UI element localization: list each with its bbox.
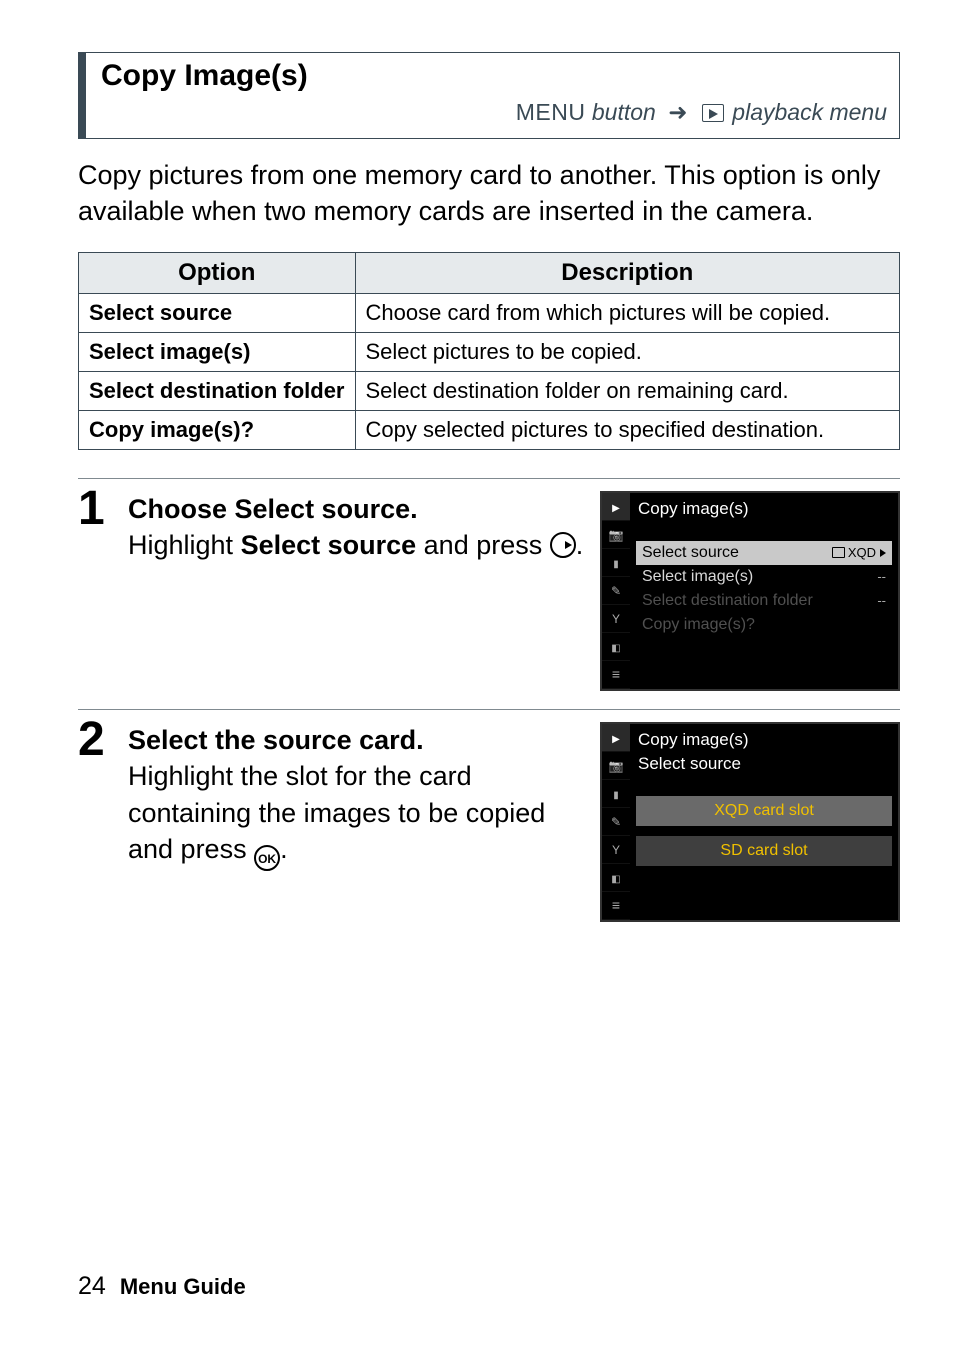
table-row: Copy image(s)? Copy selected pictures to…: [79, 410, 900, 449]
tab-playback-icon: [602, 724, 630, 752]
playback-icon: [702, 104, 724, 122]
menu-item-dest-folder: Select destination folder --: [636, 589, 892, 613]
tab-pencil-icon: [602, 577, 630, 605]
section-heading: Copy Image(s) MENU button ➜ playback men…: [78, 52, 900, 139]
slot-sd: SD card slot: [636, 836, 892, 866]
tab-retouch-icon: [602, 633, 630, 661]
multi-selector-right-icon: [550, 532, 576, 558]
col-option: Option: [79, 252, 356, 293]
step-number: 1: [78, 485, 112, 533]
screenshot-step1: Copy image(s) Select source XQD Select i…: [600, 491, 900, 691]
page-footer: 24 Menu Guide: [78, 1272, 900, 1345]
step-body-bold: Select source: [241, 530, 417, 560]
period: .: [280, 834, 288, 864]
intro-paragraph: Copy pictures from one memory card to an…: [78, 157, 900, 230]
step-body: Highlight Select source and press .: [128, 530, 583, 560]
heading-title: Copy Image(s): [101, 59, 899, 93]
opt-cell: Select image(s): [79, 332, 356, 371]
tab-setup-icon: [602, 836, 630, 864]
step-body-pre: Highlight: [128, 530, 241, 560]
tab-movie-icon: [602, 780, 630, 808]
menu-item-value: --: [877, 593, 886, 608]
table-row: Select source Choose card from which pic…: [79, 293, 900, 332]
screenshot-step2: Copy image(s) Select source XQD card slo…: [600, 722, 900, 922]
page-number: 24: [78, 1272, 106, 1301]
menu-item-select-source: Select source XQD: [636, 541, 892, 565]
ok-button-icon: OK: [254, 845, 280, 871]
step-text: Choose Select source. Highlight Select s…: [128, 491, 584, 564]
button-word: button: [592, 99, 656, 125]
footer-label: Menu Guide: [120, 1274, 246, 1300]
step-2: 2 Select the source card. Highlight the …: [78, 709, 900, 922]
tab-camera-icon: [602, 521, 630, 549]
tab-mymenu-icon: [602, 661, 630, 689]
step-body-post: and press: [416, 530, 550, 560]
tab-retouch-icon: [602, 864, 630, 892]
menu-item-label: Select image(s): [642, 568, 753, 586]
step-title: Select the source card.: [128, 725, 424, 755]
tab-movie-icon: [602, 549, 630, 577]
table-row: Select destination folder Select destina…: [79, 371, 900, 410]
opt-cell: Select destination folder: [79, 371, 356, 410]
menu-item-value: --: [877, 569, 886, 584]
card-icon: [832, 547, 845, 558]
desc-cell: Select destination folder on remaining c…: [355, 371, 900, 410]
tab-playback-icon: [602, 493, 630, 521]
chevron-right-icon: [880, 549, 886, 557]
tab-camera-icon: [602, 752, 630, 780]
menu-item-label: Select destination folder: [642, 592, 813, 610]
menu-item-copy-q: Copy image(s)?: [636, 613, 892, 637]
desc-cell: Copy selected pictures to specified dest…: [355, 410, 900, 449]
tab-mymenu-icon: [602, 892, 630, 920]
slot-xqd: XQD card slot: [636, 796, 892, 826]
camshot-title: Copy image(s): [638, 499, 892, 519]
step-text: Select the source card. Highlight the sl…: [128, 722, 584, 871]
period: .: [576, 530, 584, 560]
step-number: 2: [78, 716, 112, 764]
opt-cell: Select source: [79, 293, 356, 332]
menu-item-label: Select source: [642, 544, 739, 562]
desc-cell: Choose card from which pictures will be …: [355, 293, 900, 332]
col-description: Description: [355, 252, 900, 293]
camshot-title: Copy image(s): [638, 730, 892, 750]
step-body: Highlight the slot for the card containi…: [128, 761, 545, 864]
step-1: 1 Choose Select source. Highlight Select…: [78, 478, 900, 691]
opt-cell: Copy image(s)?: [79, 410, 356, 449]
step-title: Choose Select source.: [128, 494, 418, 524]
options-table: Option Description Select source Choose …: [78, 252, 900, 450]
menu-item-select-images: Select image(s) --: [636, 565, 892, 589]
camshot-subtitle: Select source: [638, 754, 892, 774]
tab-setup-icon: [602, 605, 630, 633]
menu-item-label: Copy image(s)?: [642, 616, 755, 634]
menu-word: MENU: [516, 99, 586, 125]
menu-item-value: XQD: [832, 545, 886, 560]
heading-breadcrumb: MENU button ➜ playback menu: [101, 95, 899, 132]
table-row: Select image(s) Select pictures to be co…: [79, 332, 900, 371]
step-body-pre: Highlight the slot for the card containi…: [128, 761, 545, 864]
desc-cell: Select pictures to be copied.: [355, 332, 900, 371]
arrow-right-icon: ➜: [668, 99, 687, 125]
breadcrumb-tail: playback menu: [732, 99, 887, 125]
tab-pencil-icon: [602, 808, 630, 836]
